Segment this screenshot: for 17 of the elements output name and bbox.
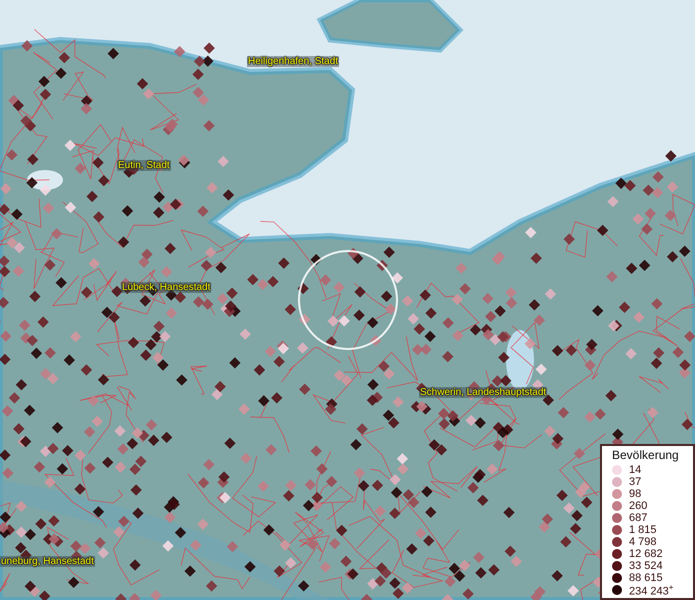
legend-label: 687 bbox=[629, 512, 648, 524]
legend-label: 1 815 bbox=[629, 524, 657, 536]
legend-title: Bevölkerung bbox=[612, 448, 680, 462]
legend-label: 12 682 bbox=[629, 548, 663, 560]
legend-label: 98 bbox=[629, 488, 642, 500]
legend-label: 260 bbox=[629, 500, 648, 512]
legend-label: 4 798 bbox=[629, 536, 657, 548]
place-label: Eutin, Stadt bbox=[117, 160, 171, 171]
place-label: Heiligenhafen, Stadt bbox=[247, 56, 340, 67]
legend-label: 33 524 bbox=[629, 560, 663, 572]
place-label: Lübeck, Hansestadt bbox=[121, 282, 212, 293]
place-label: uneburg, Hansestadt bbox=[0, 556, 95, 567]
legend-label: 37 bbox=[629, 476, 642, 488]
legend-label: 14 bbox=[629, 464, 642, 476]
legend-label: 88 615 bbox=[629, 572, 663, 584]
legend-label: 234 243$^{+}$ bbox=[629, 582, 674, 598]
place-label: Schwerin, Landeshauptstadt bbox=[419, 387, 548, 398]
